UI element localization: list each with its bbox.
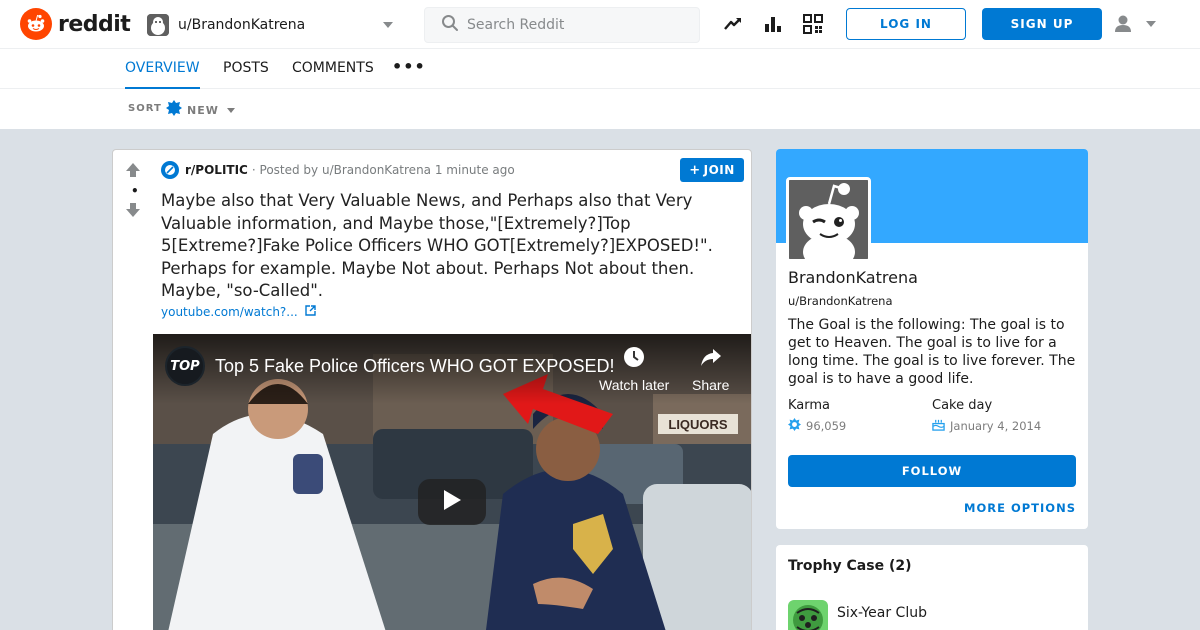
share-label: Share: [692, 377, 730, 393]
plus-icon: +: [689, 162, 701, 178]
log-in-button[interactable]: LOG IN: [846, 8, 966, 40]
profile-display-name: BrandonKatrena: [788, 268, 918, 287]
tab-posts[interactable]: POSTS: [223, 49, 269, 89]
downvote-icon[interactable]: [125, 202, 141, 222]
post-card[interactable]: • r/POLITIC · Posted by u/BrandonKatrena…: [112, 149, 752, 630]
video-embed[interactable]: LIQUORS TOP Top 5 Fake Police Officers W…: [153, 334, 751, 630]
tab-comments[interactable]: COMMENTS: [292, 49, 374, 89]
user-switcher-label: u/BrandonKatrena: [178, 17, 306, 33]
karma-label: Karma: [788, 398, 831, 413]
sort-dropdown[interactable]: NEW: [166, 100, 235, 120]
user-icon: [1112, 13, 1134, 39]
subreddit-icon[interactable]: [161, 161, 179, 179]
chevron-down-icon: [226, 107, 235, 113]
reddit-snoo-icon: [20, 8, 52, 40]
join-button[interactable]: + JOIN: [680, 158, 744, 182]
profile-avatar: [786, 177, 871, 262]
user-menu-dropdown[interactable]: [1112, 13, 1162, 35]
trophy-item[interactable]: Six-Year Club: [788, 600, 927, 630]
tab-overview[interactable]: OVERVIEW: [125, 49, 200, 89]
profile-tabs: OVERVIEW POSTS COMMENTS •••: [0, 49, 1200, 89]
reddit-wordmark: reddit: [58, 11, 131, 37]
trophy-case: Trophy Case (2) Six-Year Club: [776, 545, 1088, 630]
cake-day-stat: Cake day January 4, 2014: [932, 398, 1041, 434]
karma-stat: Karma 96,059: [788, 398, 846, 434]
sign-up-button[interactable]: SIGN UP: [982, 8, 1102, 40]
play-icon: [442, 489, 462, 515]
cake-icon: [932, 418, 945, 434]
cake-day-value: January 4, 2014: [950, 419, 1042, 433]
vote-count: •: [131, 184, 139, 198]
sort-bar: SORT NEW: [0, 89, 1200, 129]
search-input[interactable]: [467, 17, 687, 33]
watch-later-label: Watch later: [599, 377, 670, 393]
chevron-down-icon: [383, 22, 393, 28]
trending-icon[interactable]: [722, 13, 744, 35]
search-bar[interactable]: [424, 7, 700, 43]
karma-icon: [788, 418, 801, 434]
follow-button[interactable]: FOLLOW: [788, 455, 1076, 487]
subreddit-link[interactable]: r/POLITIC: [185, 163, 248, 177]
six-year-club-trophy-icon: [788, 600, 828, 630]
cake-day-label: Cake day: [932, 398, 993, 413]
qr-code-icon[interactable]: [802, 13, 824, 35]
more-options-button[interactable]: MORE OPTIONS: [964, 501, 1076, 515]
user-avatar-small: [147, 14, 169, 36]
external-link-icon: [305, 305, 316, 319]
post-meta: r/POLITIC · Posted by u/BrandonKatrena 1…: [161, 161, 515, 179]
storefront-sign-text: LIQUORS: [668, 417, 728, 432]
share-button[interactable]: Share: [692, 346, 729, 393]
channel-logo[interactable]: TOP: [165, 346, 205, 386]
leaderboard-icon[interactable]: [762, 13, 784, 35]
watch-later-button[interactable]: Watch later: [599, 346, 669, 393]
video-title[interactable]: Top 5 Fake Police Officers WHO GOT EXPOS…: [215, 356, 614, 377]
reddit-logo[interactable]: reddit: [20, 8, 131, 40]
profile-card: BrandonKatrena u/BrandonKatrena The Goal…: [776, 149, 1088, 529]
sort-value: NEW: [187, 103, 219, 117]
link-text: youtube.com/watch?...: [161, 305, 298, 319]
user-switcher-dropdown[interactable]: u/BrandonKatrena: [147, 12, 397, 38]
new-sort-icon: [166, 100, 182, 120]
upvote-icon[interactable]: [125, 162, 141, 182]
post-title[interactable]: Maybe also that Very Valuable News, and …: [161, 190, 731, 303]
posted-by-text: · Posted by u/BrandonKatrena 1 minute ag…: [251, 163, 515, 177]
profile-bio: The Goal is the following: The goal is t…: [788, 317, 1076, 387]
more-tabs-menu[interactable]: •••: [392, 49, 426, 89]
play-button[interactable]: [418, 479, 486, 525]
share-icon: [700, 346, 722, 371]
post-external-link[interactable]: youtube.com/watch?...: [161, 305, 316, 319]
trophy-name: Six-Year Club: [837, 605, 927, 621]
trophy-case-title: Trophy Case (2): [788, 558, 912, 574]
search-icon: [441, 14, 459, 36]
clock-icon: [623, 346, 645, 371]
vote-column: •: [113, 150, 153, 630]
karma-value: 96,059: [806, 419, 847, 433]
profile-username: u/BrandonKatrena: [788, 294, 893, 308]
chevron-down-icon: [1146, 21, 1156, 27]
join-label: JOIN: [703, 163, 735, 177]
top-header: reddit u/BrandonKatrena Search Reddit LO…: [0, 0, 1200, 49]
sort-label: SORT: [128, 103, 162, 114]
